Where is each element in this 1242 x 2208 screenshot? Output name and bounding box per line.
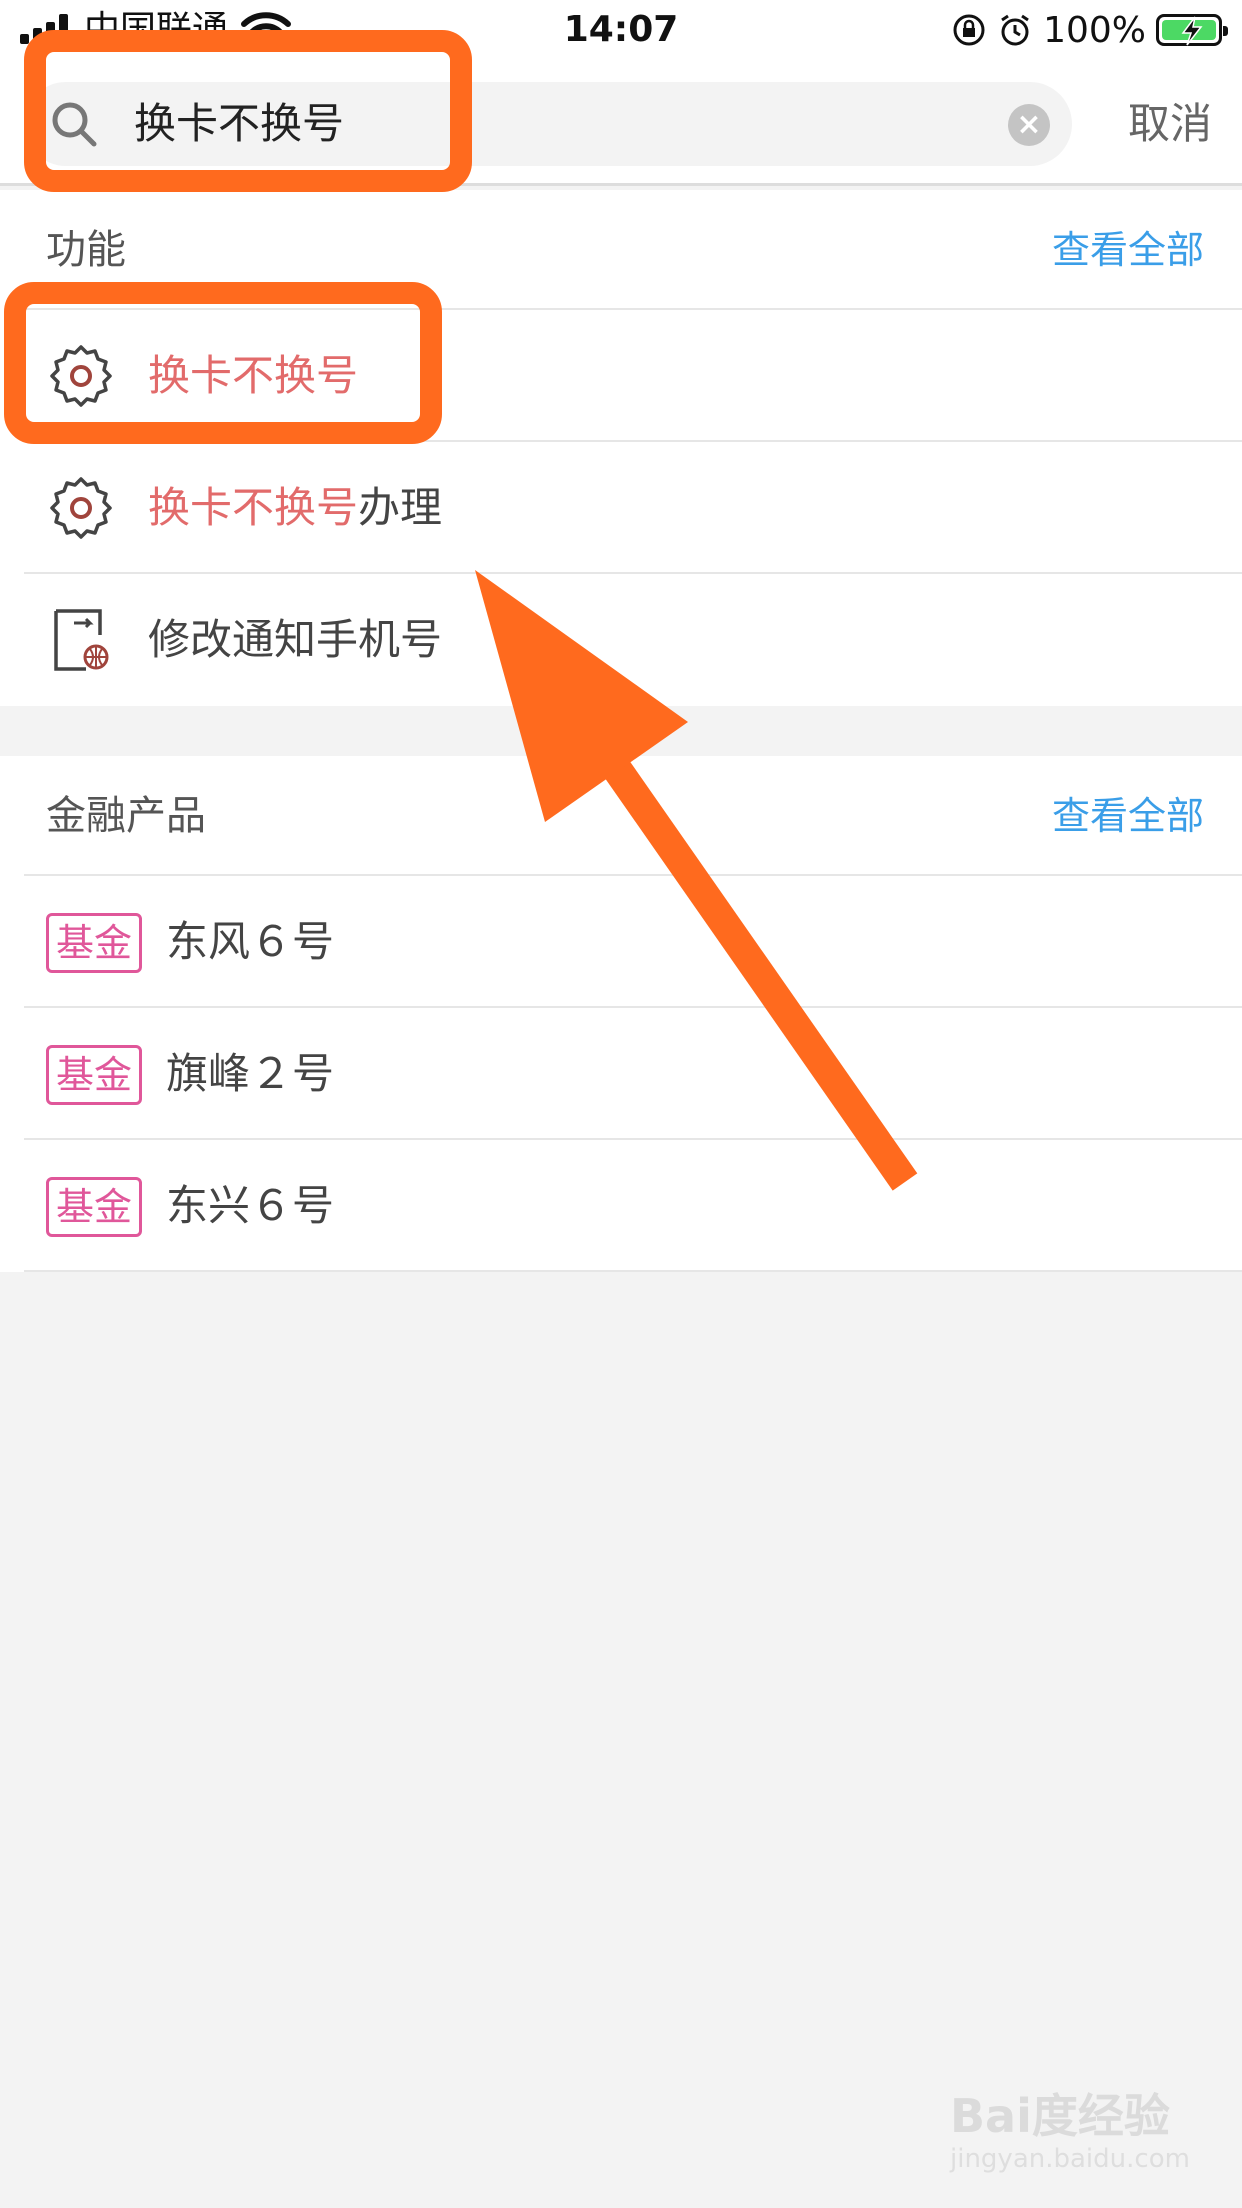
alarm-icon: [1001, 14, 1029, 46]
watermark-text: Bai度经验: [950, 2089, 1170, 2143]
feature-label: 换卡不换号办理: [148, 483, 443, 532]
battery-icon: [1156, 14, 1228, 46]
battery-percent: 100%: [1043, 9, 1146, 51]
phone-doc-icon: [54, 609, 109, 671]
fund-item[interactable]: 基金 旗峰２号: [24, 1008, 1242, 1140]
fund-name: 东兴６号: [166, 1181, 335, 1230]
status-right: 100%: [951, 6, 1228, 54]
fund-tag-badge: 基金: [46, 1177, 142, 1237]
features-section: 功能 查看全部 换卡不换号 换卡不换号办理 修改通知手机号: [0, 190, 1242, 706]
fund-name: 旗峰２号: [166, 1049, 335, 1098]
finance-section: 金融产品 查看全部 基金 东风６号 基金 旗峰２号 基金 东兴６号: [0, 756, 1242, 1272]
fund-tag-badge: 基金: [46, 1045, 142, 1105]
cancel-button[interactable]: 取消: [1100, 62, 1240, 186]
see-all-features-link[interactable]: 查看全部: [1052, 190, 1204, 310]
rotation-lock-icon: [953, 14, 985, 46]
fund-tag-badge: 基金: [46, 913, 142, 973]
charging-bolt-icon: [1181, 16, 1203, 46]
watermark-url: jingyan.baidu.com: [950, 2144, 1190, 2174]
feature-label: 修改通知手机号: [148, 615, 443, 664]
clear-icon[interactable]: ×: [1008, 104, 1050, 146]
feature-item-change-phone[interactable]: 修改通知手机号: [24, 574, 1242, 706]
finance-header: 金融产品 查看全部: [24, 756, 1242, 876]
section-title: 金融产品: [46, 793, 206, 839]
fund-item[interactable]: 基金 东兴６号: [24, 1140, 1242, 1272]
feature-item-change-card-apply[interactable]: 换卡不换号办理: [24, 442, 1242, 574]
annotation-highlight-result: [4, 282, 442, 444]
annotation-highlight-search: [24, 30, 472, 192]
watermark-logo: Bai度经验 jingyan.baidu.com: [950, 2080, 1230, 2190]
fund-item[interactable]: 基金 东风６号: [24, 876, 1242, 1008]
see-all-finance-link[interactable]: 查看全部: [1052, 756, 1204, 876]
fund-name: 东风６号: [166, 917, 335, 966]
gear-icon: [50, 477, 112, 539]
